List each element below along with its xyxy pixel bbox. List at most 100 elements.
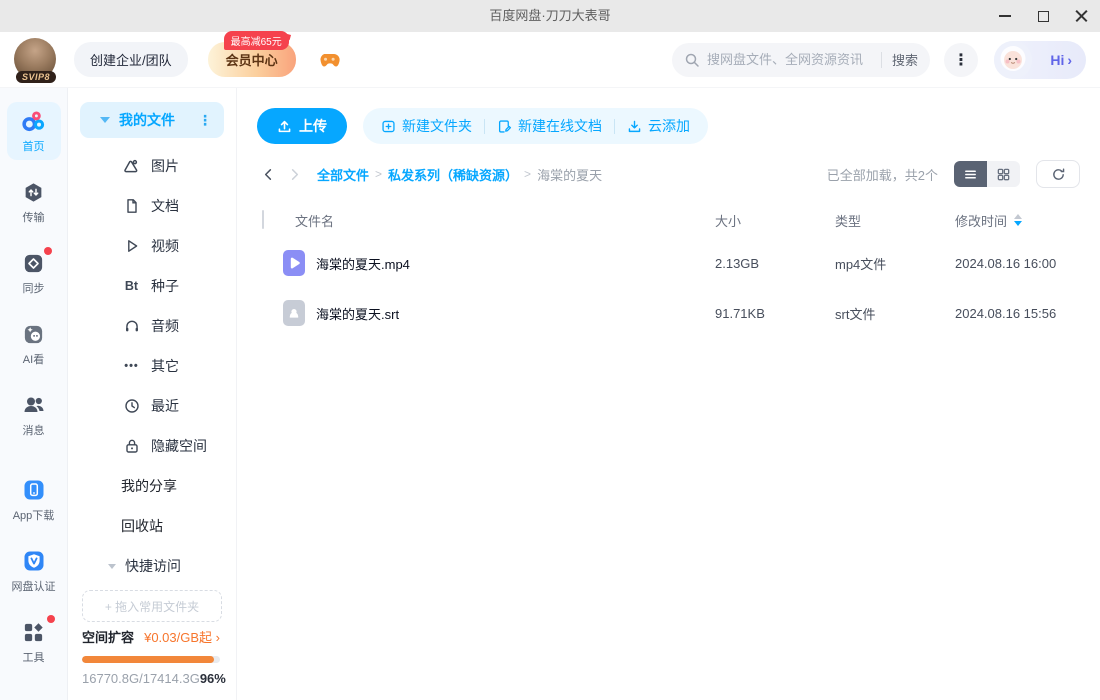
nav-item-recycle-bin[interactable]: 回收站 (68, 506, 236, 546)
search-button[interactable]: 搜索 (892, 50, 918, 69)
rail-label-sync: 同步 (22, 283, 45, 295)
search-icon (685, 53, 699, 67)
file-type: mp4文件 (835, 256, 887, 272)
sync-icon (21, 247, 52, 276)
nav-item-other[interactable]: ••• 其它 (68, 346, 236, 386)
expand-storage-link[interactable]: ¥0.03/GB起 › (144, 627, 220, 646)
file-row-mp4[interactable]: 海棠的夏天.mp4 2.13GB mp4文件 2024.08.16 16:00 (237, 238, 1100, 288)
file-type: srt文件 (835, 306, 876, 322)
list-view-icon (965, 169, 976, 179)
upload-button[interactable]: 上传 (257, 108, 347, 144)
maximize-button[interactable] (1024, 0, 1062, 32)
new-online-doc-button[interactable]: 新建在线文档 (497, 116, 602, 136)
subtitle-file-icon (283, 300, 305, 326)
file-name: 海棠的夏天.mp4 (316, 256, 410, 272)
refresh-button[interactable] (1036, 160, 1080, 188)
grid-view-button[interactable] (987, 161, 1020, 187)
new-folder-icon (382, 120, 395, 132)
storage-progress-track (82, 656, 220, 663)
storage-section: 空间扩容 ¥0.03/GB起 › 16770.8G/17414.3G96% (82, 627, 226, 686)
pictures-label: 图片 (151, 158, 179, 174)
file-size: 2.13GB (715, 255, 760, 271)
upload-label: 上传 (299, 118, 327, 134)
side-nav: 我的文件 ⋮ 图片 文档 视频 Bt 种子 音频 ••• 其它 最近 隐藏空间 … (68, 88, 237, 700)
back-button[interactable] (259, 165, 277, 183)
game-icon[interactable] (316, 47, 342, 73)
more-menu-button[interactable]: ⋮ (944, 42, 978, 77)
forward-button[interactable] (285, 165, 303, 183)
vip-center-wrap: 会员中心 最高减65元 (207, 31, 296, 77)
chevron-down-icon (108, 563, 116, 569)
quick-access-toggle[interactable]: 快捷访问 (68, 548, 236, 584)
my-files-label: 我的文件 (119, 112, 175, 128)
drop-folder-zone[interactable]: + 拖入常用文件夹 (82, 590, 222, 622)
breadcrumb-parent[interactable]: 私发系列（稀缺资源） (388, 165, 518, 184)
rail-item-ai[interactable]: AI看 (7, 315, 61, 373)
header: SVIP8 创建企业/团队 会员中心 最高减65元 搜索 ⋮ Hi › (0, 31, 1100, 88)
nav-item-hidden-space[interactable]: 隐藏空间 (68, 426, 236, 466)
assistant-avatar-icon (994, 40, 1032, 79)
list-view-button[interactable] (954, 161, 987, 187)
recent-clock-icon (123, 398, 140, 415)
rail-item-app-download[interactable]: App下载 (7, 471, 61, 529)
nav-item-audio[interactable]: 音频 (68, 306, 236, 346)
upload-icon (278, 120, 291, 132)
video-file-icon (283, 250, 305, 276)
left-rail: 首页 传输 同步 AI看 消息 App下载 网盘认证 工具 (0, 88, 68, 700)
nav-item-pictures[interactable]: 图片 (68, 146, 236, 186)
nav-item-my-share[interactable]: 我的分享 (68, 466, 236, 506)
rail-item-sync[interactable]: 同步 (7, 244, 61, 302)
rail-item-verify[interactable]: 网盘认证 (7, 542, 61, 600)
rail-item-tools[interactable]: 工具 (7, 613, 61, 671)
my-files-more-icon[interactable]: ⋮ (198, 112, 212, 129)
select-all-checkbox[interactable] (262, 210, 264, 229)
minimize-button[interactable] (986, 0, 1024, 32)
create-team-button[interactable]: 创建企业/团队 (74, 42, 188, 77)
other-label: 其它 (151, 358, 179, 374)
minimize-icon (999, 15, 1011, 17)
breadcrumb-separator: > (524, 167, 532, 181)
nav-item-recent[interactable]: 最近 (68, 386, 236, 426)
nav-item-docs[interactable]: 文档 (68, 186, 236, 226)
rail-label-message: 消息 (22, 425, 45, 437)
sort-icon (1014, 214, 1023, 226)
file-row-srt[interactable]: 海棠的夏天.srt 91.71KB srt文件 2024.08.16 15:56 (237, 288, 1100, 338)
svip-badge: SVIP8 (15, 70, 57, 83)
tools-grid-icon (21, 615, 55, 645)
hidden-space-label: 隐藏空间 (151, 438, 207, 454)
more-vertical-icon: ⋮ (953, 51, 969, 69)
breadcrumb-separator: > (375, 167, 383, 181)
toolbar-divider (484, 118, 485, 134)
chevron-down-icon (100, 117, 110, 123)
cloud-add-button[interactable]: 云添加 (627, 116, 690, 136)
new-folder-button[interactable]: 新建文件夹 (381, 116, 472, 136)
assistant-button[interactable]: Hi › (994, 40, 1086, 79)
rail-label-tools: 工具 (22, 652, 45, 664)
quick-access-label: 快捷访问 (125, 558, 181, 574)
my-files-item[interactable]: 我的文件 ⋮ (80, 102, 224, 138)
rail-item-message[interactable]: 消息 (7, 386, 61, 444)
nav-item-videos[interactable]: 视频 (68, 226, 236, 266)
vip-discount-badge: 最高减65元 (223, 31, 289, 50)
chevron-right-icon: › (215, 630, 220, 645)
verify-shield-icon (21, 548, 47, 574)
search-input[interactable] (707, 52, 871, 67)
breadcrumb-current: 海棠的夏天 (537, 167, 603, 183)
rail-item-home[interactable]: 首页 (6, 102, 61, 160)
rail-label-app-download: App下载 (12, 510, 55, 522)
nav-item-seeds[interactable]: Bt 种子 (68, 266, 236, 306)
breadcrumb-root[interactable]: 全部文件 (317, 165, 369, 184)
column-name: 文件名 (295, 213, 335, 229)
column-time-sort[interactable]: 修改时间 (955, 211, 1100, 230)
app-download-icon (21, 477, 47, 503)
pictures-icon (123, 158, 140, 175)
chevron-right-icon: › (1067, 51, 1072, 68)
bt-icon: Bt (124, 279, 139, 293)
rail-label-verify: 网盘认证 (11, 581, 56, 593)
column-size: 大小 (715, 213, 742, 229)
user-avatar[interactable]: SVIP8 (14, 37, 58, 83)
close-button[interactable] (1062, 0, 1100, 32)
rail-item-transfer[interactable]: 传输 (7, 173, 61, 231)
main-content: 上传 新建文件夹 新建在线文档 云添加 全部文件 > 私发系列（稀缺资源） > … (237, 88, 1100, 700)
toolbar-divider (614, 118, 615, 134)
